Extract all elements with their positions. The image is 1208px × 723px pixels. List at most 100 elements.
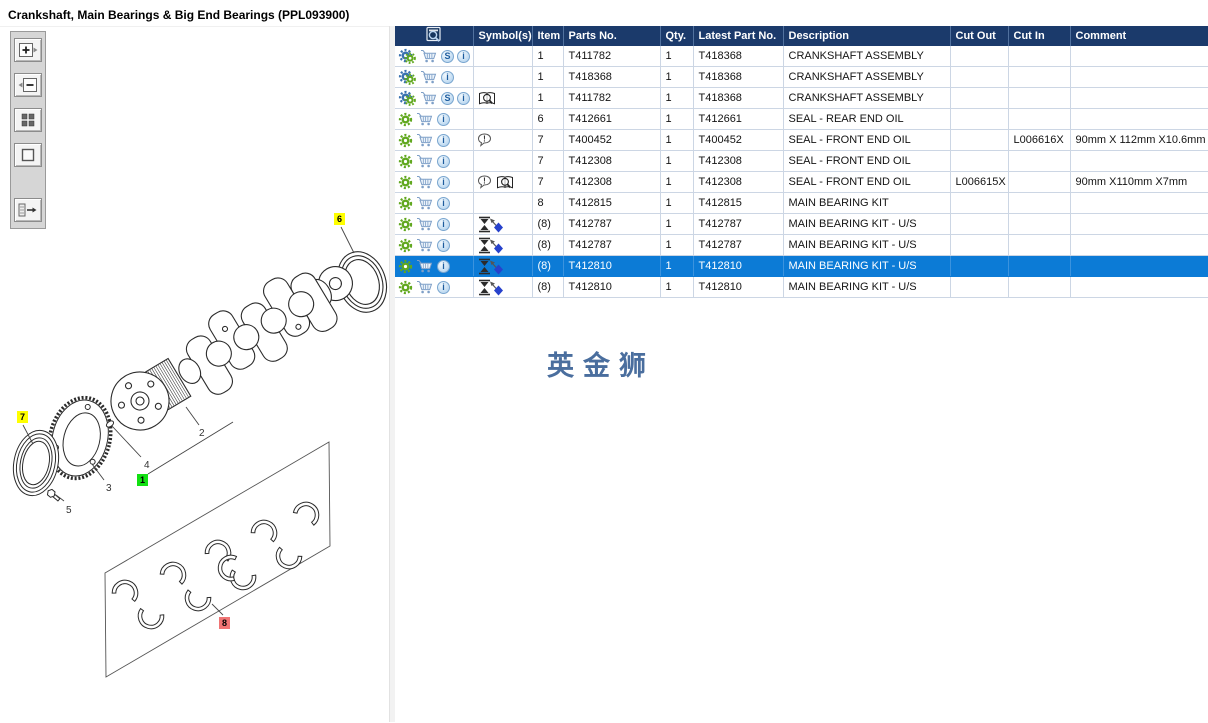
cell-comment [1070,234,1208,256]
diagram-callout-5[interactable]: 5 [63,504,75,518]
note-bubble-icon[interactable]: ! [477,133,492,147]
cart-icon[interactable] [416,217,434,231]
undersize-symbol-icon[interactable] [477,258,504,275]
cell-latest: T418368 [693,66,784,88]
page-title: Crankshaft, Main Bearings & Big End Bear… [8,8,350,22]
cell-actions: i [395,129,474,151]
diagram-callout-4[interactable]: 4 [141,459,153,473]
column-header-cut_in[interactable]: Cut In [1008,26,1071,46]
cell-cut_out [950,46,1009,67]
info-icon[interactable]: i [437,259,450,273]
table-row[interactable]: i! 7 T412308 1 T412308 SEAL - FRONT END OIL L0… [395,171,1208,193]
column-header-description[interactable]: Description [783,26,951,46]
cart-icon[interactable] [416,154,434,168]
cell-description: CRANKSHAFT ASSEMBLY [783,87,951,109]
table-row[interactable]: i 8 T412815 1 T412815 MAIN BEARING KIT [395,192,1208,214]
diagram-callout-3[interactable]: 3 [103,482,115,496]
gear-icon[interactable] [398,217,413,232]
zoom-out-button[interactable] [14,73,42,97]
info-icon[interactable]: i [437,280,450,294]
info-icon[interactable]: i [437,133,450,147]
table-row[interactable]: i (8) T412810 1 T412810 MAIN BEARING KIT - U/… [395,276,1208,298]
info-icon[interactable]: i [437,238,450,252]
column-header-actions[interactable] [395,26,474,46]
cell-actions: Si [395,87,474,109]
cell-cut_in [1008,213,1071,235]
info-icon[interactable]: i [457,91,470,105]
cell-actions: i [395,276,474,298]
diagram-callout-2[interactable]: 2 [196,427,208,441]
cart-icon[interactable] [420,70,438,84]
undersize-symbol-icon[interactable] [477,216,504,233]
cart-icon[interactable] [416,238,434,252]
substitute-badge-icon[interactable]: S [441,91,454,105]
parts-diagram [12,226,388,678]
info-icon[interactable]: i [457,49,470,63]
column-header-latest[interactable]: Latest Part No. [693,26,784,46]
gear-icon[interactable] [398,280,413,295]
gear-icon[interactable] [398,175,413,190]
cell-actions: i [395,108,474,130]
info-icon[interactable]: i [437,175,450,189]
cell-actions: i [395,150,474,172]
cell-cut_in [1008,87,1071,109]
gear-icon[interactable] [398,133,413,148]
tile-grid-icon [20,112,36,128]
gear-pair-icon[interactable] [398,48,417,65]
cell-latest: T412810 [693,276,784,298]
table-row[interactable]: i (8) T412787 1 T412787 MAIN BEARING KIT - U/… [395,213,1208,235]
cart-icon[interactable] [416,280,434,294]
info-icon[interactable]: i [437,154,450,168]
cell-latest: T400452 [693,129,784,151]
cart-icon[interactable] [416,133,434,147]
cart-icon[interactable] [416,175,434,189]
column-header-qty[interactable]: Qty. [660,26,694,46]
gear-icon[interactable] [398,154,413,169]
substitute-badge-icon[interactable]: S [441,49,454,63]
table-row[interactable]: i! 7 T400452 1 T400452 SEAL - FRONT END OIL L0… [395,129,1208,151]
cell-cut_in [1008,255,1071,277]
diagram-callout-6[interactable]: 6 [334,213,346,226]
table-row[interactable]: Si 1 T411782 1 T418368 CRANKSHAFT ASSEMBLY [395,46,1208,67]
column-header-item[interactable]: Item [532,26,564,46]
table-row[interactable]: i (8) T412787 1 T412787 MAIN BEARING KIT - U/… [395,234,1208,256]
gear-icon[interactable] [398,259,413,274]
book-search-icon[interactable] [495,175,516,190]
table-row[interactable]: i 7 T412308 1 T412308 SEAL - FRONT END OIL [395,150,1208,172]
table-row[interactable]: Si 1 T411782 1 T418368 CRANKSHAFT ASSEMBLY [395,87,1208,109]
column-header-comment[interactable]: Comment [1070,26,1208,46]
gear-icon[interactable] [398,238,413,253]
diagram-callout-7[interactable]: 7 [17,411,29,424]
column-header-cut_out[interactable]: Cut Out [950,26,1009,46]
undersize-symbol-icon[interactable] [477,237,504,254]
zoom-in-button[interactable] [14,38,42,62]
tile-view-button[interactable] [14,108,42,132]
info-icon[interactable]: i [441,70,454,84]
cart-icon[interactable] [416,259,434,273]
table-row[interactable]: i 1 T418368 1 T418368 CRANKSHAFT ASSEMBLY [395,66,1208,88]
info-icon[interactable]: i [437,196,450,210]
undersize-symbol-icon[interactable] [477,279,504,296]
note-bubble-icon[interactable]: ! [477,175,492,189]
column-header-symbols[interactable]: Symbol(s) [473,26,533,46]
diagram-callout-1[interactable]: 1 [137,474,149,487]
gear-pair-icon[interactable] [398,90,417,107]
book-search-icon[interactable] [477,91,498,106]
diagram-callout-8[interactable]: 8 [219,617,231,630]
parts-search-icon [423,26,445,43]
cart-icon[interactable] [420,91,438,105]
cart-icon[interactable] [416,112,434,126]
table-row[interactable]: i (8) T412810 1 T412810 MAIN BEARING KIT - U/… [395,255,1208,277]
column-header-parts_no[interactable]: Parts No. [563,26,661,46]
zoom-box-button[interactable] [14,143,42,167]
cell-symbols [473,66,533,88]
toggle-panel-button[interactable] [14,198,42,222]
gear-icon[interactable] [398,112,413,127]
info-icon[interactable]: i [437,217,450,231]
table-row[interactable]: i 6 T412661 1 T412661 SEAL - REAR END OIL [395,108,1208,130]
cart-icon[interactable] [420,49,438,63]
gear-pair-icon[interactable] [398,69,417,86]
gear-icon[interactable] [398,196,413,211]
info-icon[interactable]: i [437,112,450,126]
cart-icon[interactable] [416,196,434,210]
